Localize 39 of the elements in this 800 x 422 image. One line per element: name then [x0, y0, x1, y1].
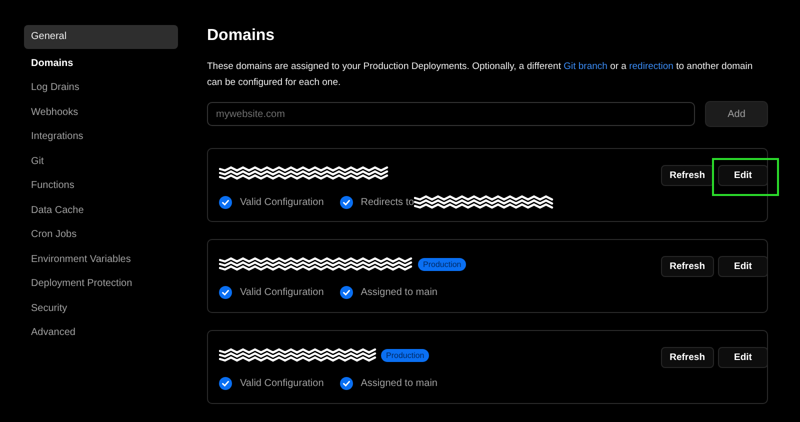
check-circle-icon	[340, 377, 353, 390]
check-circle-icon	[219, 377, 232, 390]
status-text: Assigned to main	[360, 378, 438, 389]
add-button[interactable]: Add	[705, 101, 768, 127]
sidebar-item[interactable]: Webhooks	[24, 102, 178, 122]
edit-button[interactable]: Edit	[718, 165, 768, 186]
refresh-button[interactable]: Refresh	[660, 165, 714, 186]
sidebar-item[interactable]: Advanced	[24, 323, 178, 343]
sidebar-item[interactable]: Integrations	[24, 127, 178, 147]
refresh-button[interactable]: Refresh	[660, 256, 714, 277]
sidebar-item[interactable]: Git	[24, 152, 178, 172]
check-circle-icon	[219, 286, 232, 299]
edit-button[interactable]: Edit	[718, 256, 768, 277]
production-badge: Production	[418, 258, 466, 270]
status-text: Redirects to	[360, 196, 414, 208]
edit-button[interactable]: Edit	[718, 347, 768, 368]
sidebar-item[interactable]: Functions	[24, 176, 178, 196]
sidebar-item[interactable]: Security	[24, 298, 178, 318]
sidebar-item[interactable]: Domains	[24, 54, 178, 74]
production-badge: Production	[381, 348, 430, 362]
domain-input-field[interactable]: mywebsite.com	[207, 102, 695, 126]
status-text: Valid Configuration	[240, 196, 324, 208]
sidebar-item[interactable]: Deployment Protection	[24, 274, 178, 294]
refresh-button[interactable]: Refresh	[660, 347, 714, 368]
check-circle-icon	[219, 196, 232, 208]
check-circle-icon	[340, 286, 353, 299]
sidebar-item[interactable]: General	[24, 25, 178, 49]
sidebar-item[interactable]: Data Cache	[24, 200, 178, 220]
sidebar-item[interactable]: Log Drains	[24, 78, 178, 98]
link[interactable]: Git branch	[564, 61, 608, 72]
status-text: Assigned to main	[360, 287, 438, 298]
check-circle-icon	[340, 196, 353, 208]
link[interactable]: redirection	[629, 61, 674, 72]
page-title: Domains	[207, 27, 276, 45]
status-text: Valid Configuration	[240, 287, 324, 298]
sidebar-item[interactable]: Environment Variables	[24, 250, 178, 270]
description-text: These domains are assigned to your Production Deployments. Optionally, a different Git branch or a redirection to another domain can be configured for each one.	[207, 60, 754, 90]
status-text: Valid Configuration	[240, 378, 324, 389]
sidebar-item[interactable]: Cron Jobs	[24, 225, 178, 245]
